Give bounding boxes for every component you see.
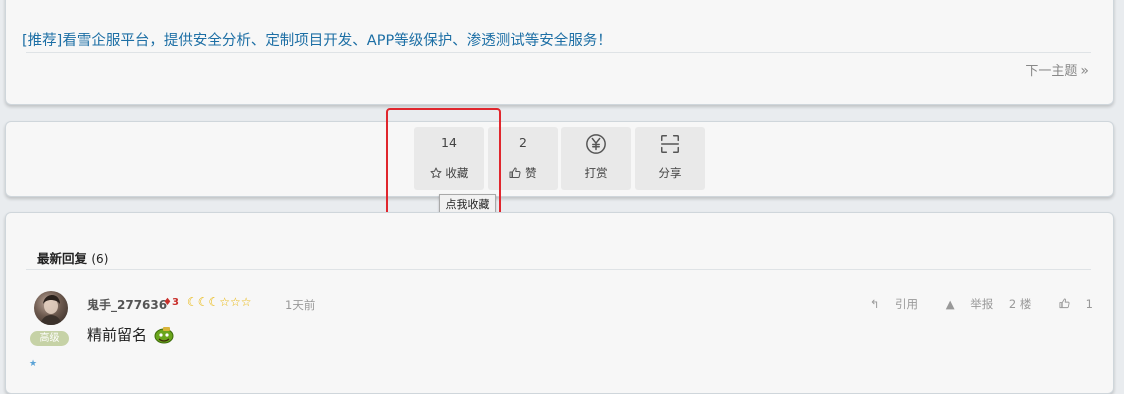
avatar[interactable] — [34, 291, 68, 325]
favorite-tooltip: 点我收藏 — [439, 194, 496, 213]
report-button[interactable]: ▲ 举报 — [934, 297, 994, 311]
level-badge: 高级 — [30, 331, 69, 346]
gem-level: ♦3 — [163, 297, 179, 308]
reply-username[interactable]: 鬼手_277636 — [87, 296, 167, 313]
reply-like-count: 1 — [1085, 297, 1093, 311]
thumb-up-icon — [509, 166, 521, 180]
thumb-up-icon — [1059, 297, 1070, 311]
share-button[interactable]: 分享 — [635, 127, 705, 190]
divider — [26, 52, 1091, 53]
small-star-icon: ★ — [29, 359, 38, 369]
warning-icon: ▲ — [945, 297, 955, 311]
post-footer-card: [推荐]看雪企服平台，提供安全分析、定制项目开发、APP等级保护、渗透测试等安全… — [5, 0, 1114, 105]
share-label: 分享 — [658, 166, 682, 180]
gem-level-number: 3 — [171, 297, 179, 308]
divider — [26, 269, 1091, 270]
double-chevron-right-icon: » — [1080, 63, 1089, 79]
like-label: 赞 — [525, 166, 537, 180]
gem-icon: ♦ — [163, 297, 172, 308]
report-label: 举报 — [970, 297, 994, 311]
reply-tools: ↰ 引用 ▲ 举报 2 楼 1 — [846, 296, 1093, 312]
reward-label: 打赏 — [584, 166, 608, 180]
floor-number: 2 楼 — [1008, 297, 1032, 311]
reply-time: 1天前 — [285, 298, 316, 312]
replies-title: 最新回复 — [37, 251, 88, 266]
yen-circle-icon — [585, 133, 607, 156]
replies-count: (6) — [91, 252, 109, 266]
reply-like-button[interactable]: 1 — [1047, 297, 1093, 311]
rank-icons: ☾☾☾☆☆☆ — [187, 295, 252, 309]
reply-content: 精前留名 — [87, 324, 174, 348]
next-topic-label: 下一主题 — [1025, 64, 1078, 79]
reply-arrow-icon: ↰ — [869, 297, 880, 311]
replies-heading: 最新回复 (6) — [37, 248, 108, 267]
next-topic-link[interactable]: 下一主题» — [1025, 60, 1089, 79]
scan-frame-icon — [659, 133, 681, 156]
quote-label: 引用 — [895, 297, 919, 311]
emoji-icon — [154, 326, 174, 348]
quote-button[interactable]: ↰ 引用 — [858, 297, 918, 311]
promo-link[interactable]: [推荐]看雪企服平台，提供安全分析、定制项目开发、APP等级保护、渗透测试等安全… — [22, 29, 612, 50]
post-actions-card: 14 收藏 2 赞 打赏 分享 — [5, 121, 1114, 197]
reward-button[interactable]: 打赏 — [561, 127, 631, 190]
replies-card: 最新回复 (6) 高级 鬼手_277636 ♦3 ☾☾☾☆☆☆ 1天前 ↰ 引用… — [5, 212, 1114, 394]
reply-text: 精前留名 — [87, 326, 148, 344]
